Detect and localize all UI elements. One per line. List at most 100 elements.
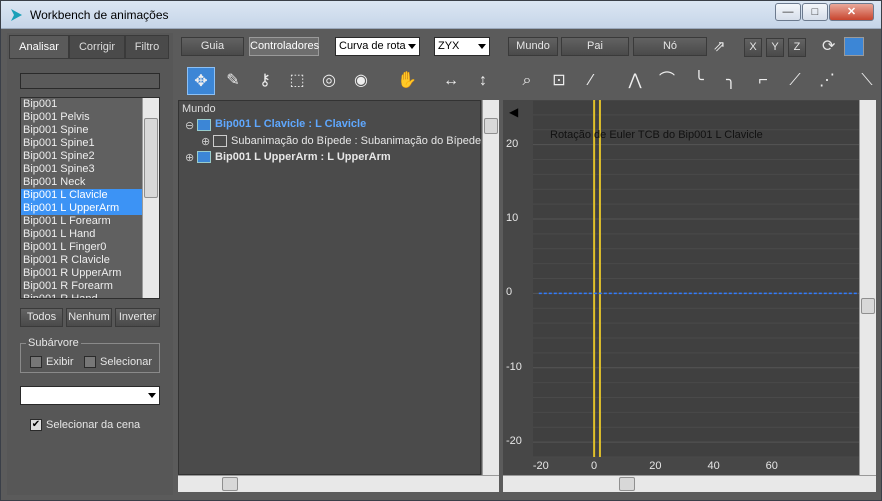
zoom-region-icon[interactable]: ⊡ xyxy=(545,67,573,95)
object-list-item[interactable]: Bip001 Neck xyxy=(21,176,159,189)
object-list-scrollbar[interactable] xyxy=(142,98,159,298)
title-bar[interactable]: Workbench de animações — □ ✕ xyxy=(1,1,881,29)
parent-button[interactable]: Pai xyxy=(561,37,629,56)
expand-icon[interactable]: ⊖ xyxy=(185,119,194,132)
object-list-item[interactable]: Bip001 L Forearm xyxy=(21,215,159,228)
axis-y-button[interactable]: Y xyxy=(766,38,784,57)
draw-curve-icon[interactable]: ✎ xyxy=(219,67,247,95)
guide-button[interactable]: Guia xyxy=(181,37,244,56)
frame-vertical-icon[interactable]: ↕ xyxy=(469,67,497,95)
object-list-item[interactable]: Bip001 Spine xyxy=(21,124,159,137)
node-button[interactable]: Nó xyxy=(633,37,707,56)
close-button[interactable]: ✕ xyxy=(829,3,874,21)
move-keys-icon[interactable]: ✥ xyxy=(187,67,215,95)
scroll-thumb[interactable] xyxy=(144,118,158,198)
select-checkbox[interactable] xyxy=(84,356,96,368)
world-button[interactable]: Mundo xyxy=(508,37,558,56)
tree-vscrollbar[interactable] xyxy=(482,100,499,475)
show-checkbox[interactable] xyxy=(30,356,42,368)
object-list-item[interactable]: Bip001 R UpperArm xyxy=(21,267,159,280)
tree-row-l-clavicle[interactable]: Bip001 L Clavicle : L Clavicle xyxy=(215,118,366,130)
object-list-item[interactable]: Bip001 R Hand xyxy=(21,293,159,298)
y-tick-label: -10 xyxy=(506,360,522,373)
select-label: Selecionar xyxy=(100,356,152,368)
object-list-item[interactable]: Bip001 L UpperArm xyxy=(21,202,159,215)
object-list[interactable]: Bip001 Bip001 Pelvis Bip001 Spine Bip001 Sp… xyxy=(20,97,160,299)
tangent-smooth-icon[interactable]: ⋰ xyxy=(813,67,841,95)
auto-key-icon[interactable]: ◉ xyxy=(347,67,375,95)
object-list-item[interactable]: Bip001 L Finger0 xyxy=(21,241,159,254)
expand-icon[interactable]: ⊕ xyxy=(201,135,210,148)
set-dropdown[interactable] xyxy=(20,386,160,405)
maximize-button[interactable]: □ xyxy=(802,3,828,21)
region-select-icon[interactable]: ⬚ xyxy=(283,67,311,95)
axis-order-value: ZYX xyxy=(438,40,460,52)
tangent-linear-icon[interactable]: ⟋ xyxy=(781,67,809,95)
graph-title: Rotação de Euler TCB do Bip001 L Clavicl… xyxy=(550,129,763,141)
axis-z-button[interactable]: Z xyxy=(788,38,806,57)
isolate-curve-icon[interactable]: ⁄ xyxy=(577,67,605,95)
pan-hand-icon[interactable]: ✋ xyxy=(393,67,421,95)
select-from-scene-label: Selecionar da cena xyxy=(46,419,141,431)
x-tick-label: 40 xyxy=(707,460,720,472)
x-tick-label: 60 xyxy=(765,460,778,472)
add-key-icon[interactable]: ⚷ xyxy=(251,67,279,95)
y-tick-label: 10 xyxy=(506,212,519,224)
tab-corrigir[interactable]: Corrigir xyxy=(69,35,125,59)
tangent-auto-icon[interactable]: ⋀ xyxy=(621,67,649,95)
controller-icon xyxy=(197,119,211,131)
select-all-button[interactable]: Todos xyxy=(20,308,63,327)
scroll-thumb[interactable] xyxy=(861,298,875,314)
scroll-thumb[interactable] xyxy=(484,118,498,134)
controllers-button[interactable]: Controladores xyxy=(249,37,319,56)
object-list-item[interactable]: Bip001 Spine1 xyxy=(21,137,159,150)
tangent-custom-icon[interactable]: ⌒ xyxy=(653,67,681,95)
window-title: Workbench de animações xyxy=(30,8,169,22)
chevron-down-icon xyxy=(478,44,486,49)
tab-filtro[interactable]: Filtro xyxy=(125,35,169,59)
tangent-fast-icon[interactable]: ╰ xyxy=(685,67,713,95)
tangent-step-icon[interactable]: ⌐ xyxy=(749,67,777,95)
object-list-item[interactable]: Bip001 Spine3 xyxy=(21,163,159,176)
tree-row-l-upperarm[interactable]: Bip001 L UpperArm : L UpperArm xyxy=(215,151,391,163)
axis-order-dropdown[interactable]: ZYX xyxy=(434,37,490,56)
object-list-item[interactable]: Bip001 Spine2 xyxy=(21,150,159,163)
nav-left-icon[interactable]: ◀ xyxy=(509,105,518,119)
tangent-slow-icon[interactable]: ╮ xyxy=(717,67,745,95)
object-list-item[interactable]: Bip001 L Hand xyxy=(21,228,159,241)
object-list-item[interactable]: Bip001 L Clavicle xyxy=(21,189,159,202)
scroll-thumb[interactable] xyxy=(619,477,635,491)
controller-icon xyxy=(213,135,227,147)
object-list-item[interactable]: Bip001 Pelvis xyxy=(21,111,159,124)
y-tick-label: -20 xyxy=(506,435,522,448)
object-list-item[interactable]: Bip001 R Clavicle xyxy=(21,254,159,267)
graph-vscrollbar[interactable] xyxy=(859,100,876,475)
arrow-up-right-icon[interactable]: ⇗ xyxy=(713,37,726,55)
invert-selection-button[interactable]: Inverter xyxy=(115,308,160,327)
minimize-button[interactable]: — xyxy=(775,3,801,21)
snap-icon[interactable]: ◎ xyxy=(315,67,343,95)
tab-analisar[interactable]: Analisar xyxy=(9,35,69,59)
select-from-scene-checkbox[interactable]: ✔ xyxy=(30,419,42,431)
graph-hscrollbar[interactable] xyxy=(503,475,876,492)
object-list-item[interactable]: Bip001 R Forearm xyxy=(21,280,159,293)
tree-root-world[interactable]: Mundo xyxy=(182,103,216,115)
chevron-down-icon xyxy=(408,44,416,49)
expand-icon[interactable]: ⊕ xyxy=(185,151,194,164)
more-tools-icon[interactable]: ⟍ xyxy=(853,67,881,95)
tree-row-biped-subanim[interactable]: Subanimação do Bípede : Subanimação do B… xyxy=(231,135,481,147)
select-none-button[interactable]: Nenhum xyxy=(66,308,112,327)
key-mode-button[interactable] xyxy=(844,37,864,56)
frame-horizontal-icon[interactable]: ↔ xyxy=(437,67,465,95)
y-tick-label: 20 xyxy=(506,137,519,150)
curve-graph[interactable] xyxy=(503,100,859,475)
zoom-icon[interactable]: ⌕ xyxy=(513,67,541,95)
curve-type-dropdown[interactable]: Curva de rota xyxy=(335,37,420,56)
scroll-thumb[interactable] xyxy=(222,477,238,491)
object-list-item[interactable]: Bip001 xyxy=(21,98,159,111)
sync-icon[interactable]: ⟳ xyxy=(822,36,835,56)
controller-icon xyxy=(197,151,211,163)
tree-hscrollbar[interactable] xyxy=(178,475,499,492)
axis-x-button[interactable]: X xyxy=(744,38,762,57)
filter-field[interactable] xyxy=(20,73,160,89)
